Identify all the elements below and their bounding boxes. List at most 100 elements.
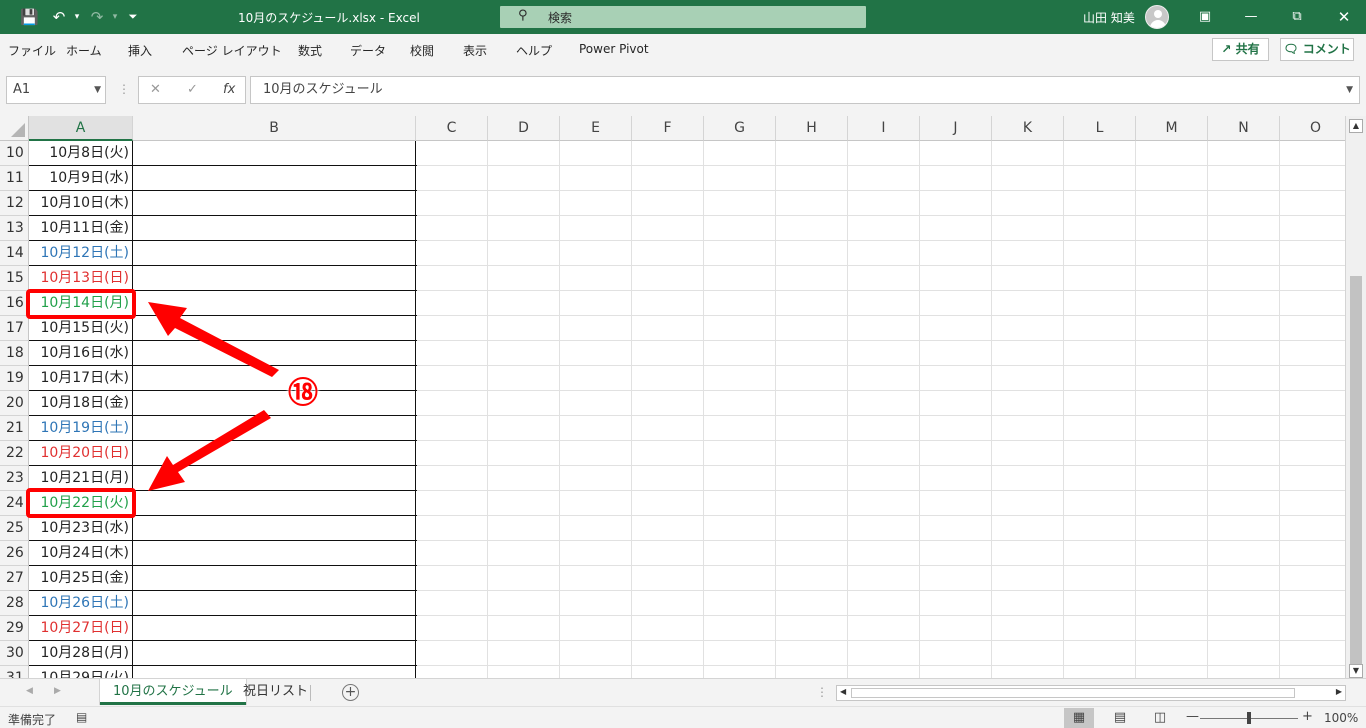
add-sheet-icon[interactable]: + <box>342 684 359 701</box>
cell-a14[interactable]: 10月12日(土) <box>29 241 133 266</box>
row-header[interactable]: 27 <box>0 566 29 591</box>
scroll-right-icon[interactable]: ▶ <box>1336 687 1342 696</box>
minimize-icon[interactable]: — <box>1241 8 1261 26</box>
save-icon[interactable]: 💾 <box>20 8 39 26</box>
tab-review[interactable]: 校閲 <box>410 42 434 59</box>
row-header[interactable]: 28 <box>0 591 29 616</box>
name-box[interactable]: A1 ▼ <box>6 76 106 104</box>
next-sheet-icon[interactable]: ▶ <box>54 686 61 696</box>
insert-function-icon[interactable]: fx <box>223 82 235 97</box>
row-header[interactable]: 30 <box>0 641 29 666</box>
redo-dropdown-icon[interactable]: ▾ <box>106 8 124 26</box>
share-button[interactable]: ↗ 共有 <box>1212 38 1269 61</box>
column-header-c[interactable]: C <box>416 116 488 141</box>
column-header-l[interactable]: L <box>1064 116 1136 141</box>
cell-a26[interactable]: 10月24日(木) <box>29 541 133 566</box>
sheet-tab-holidays[interactable]: 祝日リスト <box>230 679 321 705</box>
column-header-d[interactable]: D <box>488 116 560 141</box>
expand-formula-bar-icon[interactable]: ▼ <box>1346 77 1353 103</box>
page-break-view-icon[interactable]: ◫ <box>1145 708 1175 728</box>
close-icon[interactable]: ✕ <box>1334 8 1354 26</box>
column-header-i[interactable]: I <box>848 116 920 141</box>
tab-file[interactable]: ファイル <box>8 42 56 59</box>
cancel-icon[interactable]: ✕ <box>150 82 161 97</box>
column-header-f[interactable]: F <box>632 116 704 141</box>
row-header[interactable]: 29 <box>0 616 29 641</box>
cell-a11[interactable]: 10月9日(水) <box>29 166 133 191</box>
row-header[interactable]: 15 <box>0 266 29 291</box>
row-header[interactable]: 22 <box>0 441 29 466</box>
tab-data[interactable]: データ <box>350 42 386 59</box>
tab-split-handle[interactable]: ⋮ <box>816 685 828 699</box>
row-header[interactable]: 25 <box>0 516 29 541</box>
column-header-e[interactable]: E <box>560 116 632 141</box>
column-header-a[interactable]: A <box>29 116 133 141</box>
row-header[interactable]: 26 <box>0 541 29 566</box>
cell-a13[interactable]: 10月11日(金) <box>29 216 133 241</box>
cell-a17[interactable]: 10月15日(火) <box>29 316 133 341</box>
row-header[interactable]: 21 <box>0 416 29 441</box>
customize-toolbar-icon[interactable]: ⏷ <box>124 8 142 26</box>
column-header-h[interactable]: H <box>776 116 848 141</box>
worksheet-grid[interactable]: A B C D E F G H I J K L M N O 10 10月8日(火) 11 10月9日(水) 12 10月… <box>0 116 1345 678</box>
page-layout-view-icon[interactable]: ▤ <box>1105 708 1135 728</box>
enter-icon[interactable]: ✓ <box>187 82 198 97</box>
column-header-o[interactable]: O <box>1280 116 1345 141</box>
normal-view-icon[interactable]: ▦ <box>1064 708 1094 728</box>
row-header[interactable]: 10 <box>0 141 29 166</box>
cell-a30[interactable]: 10月28日(月) <box>29 641 133 666</box>
column-header-n[interactable]: N <box>1208 116 1280 141</box>
search-box[interactable]: ⚲ 検索 <box>500 6 866 28</box>
cell-a12[interactable]: 10月10日(木) <box>29 191 133 216</box>
scroll-down-icon[interactable]: ▼ <box>1349 664 1363 678</box>
accessibility-icon[interactable]: ▤ <box>76 710 87 724</box>
cell-a10[interactable]: 10月8日(火) <box>29 141 133 166</box>
cell-a18[interactable]: 10月16日(水) <box>29 341 133 366</box>
cell-a21[interactable]: 10月19日(土) <box>29 416 133 441</box>
row-header[interactable]: 31 <box>0 666 29 678</box>
undo-dropdown-icon[interactable]: ▾ <box>68 8 86 26</box>
undo-icon[interactable]: ↶ <box>50 8 68 26</box>
column-header-b[interactable]: B <box>133 116 416 141</box>
zoom-slider-thumb[interactable] <box>1247 712 1251 724</box>
cell-a15[interactable]: 10月13日(日) <box>29 266 133 291</box>
tab-view[interactable]: 表示 <box>463 42 487 59</box>
zoom-in-icon[interactable]: + <box>1302 709 1313 724</box>
formula-input[interactable]: 10月のスケジュール ▼ <box>250 76 1360 104</box>
horizontal-scrollbar[interactable]: ◀ ▶ <box>836 685 1346 701</box>
ribbon-display-options-icon[interactable]: ▣ <box>1195 8 1215 26</box>
row-header[interactable]: 13 <box>0 216 29 241</box>
user-name[interactable]: 山田 知美 <box>1083 9 1135 26</box>
restore-icon[interactable]: ⧉ <box>1287 8 1307 26</box>
zoom-out-icon[interactable]: — <box>1186 709 1199 724</box>
row-header[interactable]: 12 <box>0 191 29 216</box>
tab-help[interactable]: ヘルプ <box>516 42 552 59</box>
cell-a20[interactable]: 10月18日(金) <box>29 391 133 416</box>
avatar[interactable] <box>1145 5 1169 29</box>
scroll-left-icon[interactable]: ◀ <box>840 687 846 696</box>
row-header[interactable]: 18 <box>0 341 29 366</box>
formula-bar-resize-handle[interactable]: ⋮ <box>118 82 130 96</box>
row-header[interactable]: 20 <box>0 391 29 416</box>
vertical-scroll-thumb[interactable] <box>1350 276 1362 674</box>
row-header[interactable]: 14 <box>0 241 29 266</box>
tab-formulas[interactable]: 数式 <box>298 42 322 59</box>
tab-page-layout[interactable]: ページ レイアウト <box>182 42 282 59</box>
cell-a19[interactable]: 10月17日(木) <box>29 366 133 391</box>
sheet-tab-schedule[interactable]: 10月のスケジュール <box>100 679 246 705</box>
column-header-m[interactable]: M <box>1136 116 1208 141</box>
cell-a29[interactable]: 10月27日(日) <box>29 616 133 641</box>
column-header-j[interactable]: J <box>920 116 992 141</box>
zoom-level[interactable]: 100% <box>1324 711 1358 725</box>
column-header-k[interactable]: K <box>992 116 1064 141</box>
tab-insert[interactable]: 挿入 <box>128 42 152 59</box>
redo-icon[interactable]: ↷ <box>88 8 106 26</box>
cell-a31[interactable]: 10月29日(火) <box>29 666 133 678</box>
cell-a27[interactable]: 10月25日(金) <box>29 566 133 591</box>
row-header[interactable]: 23 <box>0 466 29 491</box>
cell-a22[interactable]: 10月20日(日) <box>29 441 133 466</box>
tab-power-pivot[interactable]: Power Pivot <box>579 42 649 56</box>
scroll-up-icon[interactable]: ▲ <box>1349 119 1363 133</box>
row-header[interactable]: 11 <box>0 166 29 191</box>
horizontal-scroll-thumb[interactable] <box>851 688 1295 698</box>
